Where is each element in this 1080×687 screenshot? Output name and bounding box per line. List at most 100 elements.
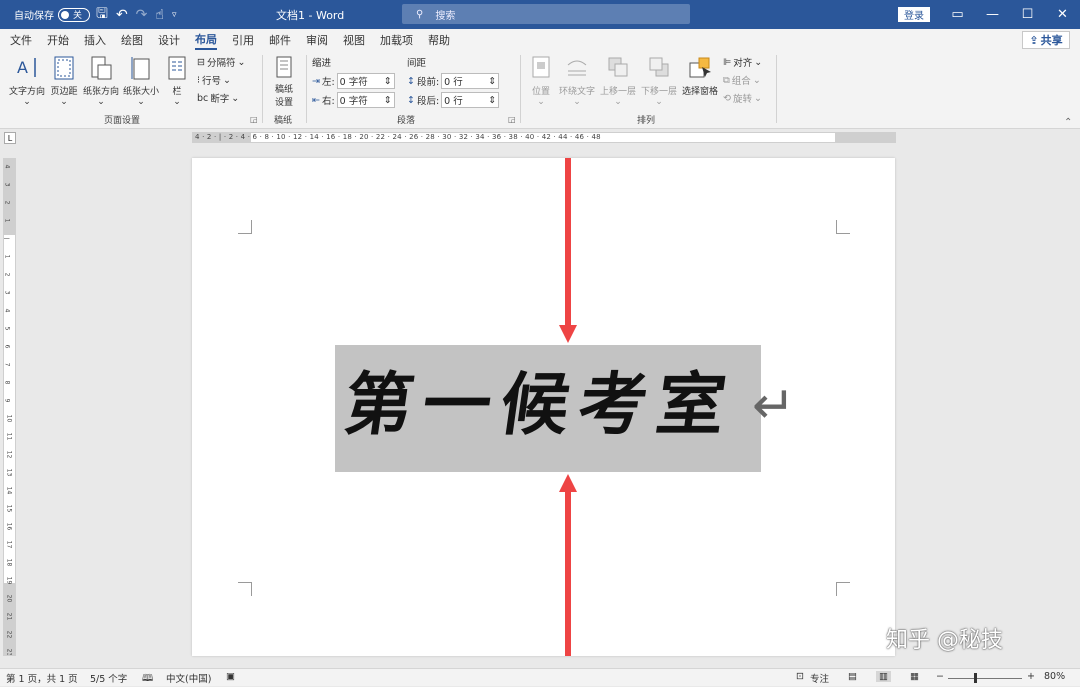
focus-icon[interactable]: ⊡	[796, 671, 804, 682]
print-layout-icon[interactable]: ▥	[876, 671, 891, 682]
language[interactable]: 中文(中国)	[166, 671, 211, 685]
dialog-launcher-icon[interactable]: ◲	[508, 115, 516, 124]
ruler-tick: 16	[5, 522, 13, 531]
spinner-icon[interactable]: ⇕	[384, 95, 392, 106]
line-numbers-button[interactable]: ⁝ 行号 ⌄	[197, 73, 231, 88]
margins-button[interactable]: 页边距 ⌄	[50, 55, 78, 107]
bring-forward-button[interactable]: 上移一层 ⌄	[599, 55, 637, 107]
spacing-before-input[interactable]: 0 行 ⇕	[441, 73, 500, 89]
autosave-state: 关	[73, 11, 83, 21]
vertical-ruler[interactable]: 4 3 2 1 | 1 2 3 4 5 6 7 8 9 10 11 12 13 14 15 16 17 18 19 20 21 22…	[3, 158, 16, 656]
tab-view[interactable]: 视图	[343, 32, 365, 48]
wrap-text-button[interactable]: 环绕文字 ⌄	[558, 55, 596, 107]
breaks-button[interactable]: ⊟ 分隔符 ⌄	[197, 55, 246, 70]
dialog-launcher-icon[interactable]: ◲	[250, 115, 258, 124]
page-count[interactable]: 第 1 页，共 1 页	[6, 671, 78, 685]
hyphenation-button[interactable]: bc 断字 ⌄	[197, 91, 240, 106]
rotate-icon: ⟲	[723, 92, 731, 104]
zoom-level[interactable]: 80%	[1044, 671, 1065, 682]
spinner-icon[interactable]: ⇕	[488, 76, 496, 87]
tab-review[interactable]: 审阅	[306, 32, 328, 48]
orientation-button[interactable]: 纸张方向 ⌄	[82, 55, 120, 107]
indent-right-input[interactable]: 0 字符 ⇕	[336, 92, 395, 108]
chevron-down-icon: ⌄	[60, 97, 68, 107]
proofing-icon[interactable]: 🕮	[142, 671, 153, 687]
paper-size-button[interactable]: 纸张大小 ⌄	[122, 55, 160, 107]
zoom-in-button[interactable]: +	[1027, 671, 1035, 682]
word-count[interactable]: 5/5 个字	[90, 671, 127, 685]
zoom-slider-thumb[interactable]	[974, 673, 977, 683]
close-icon[interactable]: ✕	[1045, 0, 1080, 29]
save-icon[interactable]: 🖫	[96, 3, 108, 27]
selection-pane-icon	[689, 57, 711, 78]
touch-mode-icon[interactable]: ☝	[155, 7, 164, 23]
tab-home[interactable]: 开始	[47, 32, 69, 48]
ribbon-display-icon[interactable]: ▭	[940, 0, 975, 29]
manuscript-icon	[276, 56, 292, 78]
autosave-switch[interactable]: 关	[58, 7, 90, 22]
spinner-icon[interactable]: ⇕	[384, 76, 392, 87]
autosave-toggle[interactable]: 自动保存 关	[14, 0, 90, 29]
group-divider	[306, 55, 307, 123]
document-page[interactable]: 第 一 候 考 室 ↵	[192, 158, 895, 656]
spinner-icon[interactable]: ⇕	[488, 95, 496, 106]
tab-file[interactable]: 文件	[10, 32, 32, 48]
zoom-out-button[interactable]: −	[936, 671, 944, 682]
columns-label: 栏	[172, 87, 182, 97]
align-button[interactable]: ⊫ 对齐 ⌄	[723, 55, 762, 70]
tab-draw[interactable]: 绘图	[121, 32, 143, 48]
selection-pane-button[interactable]: 选择窗格	[680, 55, 720, 97]
send-backward-button[interactable]: 下移一层 ⌄	[640, 55, 678, 107]
zoom-slider[interactable]	[948, 678, 1022, 679]
login-button[interactable]: 登录	[898, 7, 930, 22]
position-button[interactable]: 位置 ⌄	[528, 55, 554, 107]
manuscript-settings-button[interactable]: 稿纸 设置	[270, 55, 298, 108]
text-line[interactable]: 第 一 候 考 室	[339, 361, 735, 449]
spacing-after-input[interactable]: 0 行 ⇕	[441, 92, 500, 108]
text-direction-button[interactable]: A 文字方向 ⌄	[6, 55, 48, 107]
group-objects-button[interactable]: ⧉ 组合 ⌄	[723, 73, 761, 88]
columns-button[interactable]: 栏 ⌄	[166, 55, 188, 107]
share-button[interactable]: ⇪ 共享	[1022, 31, 1070, 49]
spacing-before-label: 段前:	[416, 77, 440, 88]
tab-layout[interactable]: 布局	[195, 31, 217, 50]
title-bar: 自动保存 关 🖫 ↶ ↷ ☝ ▿ 文档1 - Word ⚲ 搜索 登录 ▭ — …	[0, 0, 1080, 29]
focus-label[interactable]: 专注	[810, 671, 829, 685]
chevron-down-icon: ⌄	[23, 97, 31, 107]
macro-record-icon[interactable]: ▣	[226, 671, 235, 682]
text-direction-icon: A	[17, 58, 36, 77]
text-char: 考	[573, 365, 653, 445]
columns-icon	[168, 56, 186, 80]
text-highlight-box[interactable]: 第 一 候 考 室	[335, 345, 761, 472]
tab-insert[interactable]: 插入	[84, 32, 106, 48]
tab-references[interactable]: 引用	[232, 32, 254, 48]
rotate-button[interactable]: ⟲ 旋转 ⌄	[723, 91, 762, 106]
tab-addins[interactable]: 加载项	[380, 32, 413, 48]
redo-icon[interactable]: ↷	[136, 7, 148, 23]
orientation-icon	[91, 56, 112, 80]
customize-qat-icon[interactable]: ▿	[172, 10, 177, 20]
ribbon: A 文字方向 ⌄ 页边距 ⌄ 纸张方向 ⌄ 纸张大小 ⌄ 栏 ⌄ ⊟ 分隔符 ⌄ ⁝…	[0, 51, 1080, 129]
autosave-label: 自动保存	[14, 11, 54, 22]
collapse-ribbon-icon[interactable]: ⌃	[1064, 117, 1072, 128]
undo-icon[interactable]: ↶	[116, 7, 128, 23]
tab-mailings[interactable]: 邮件	[269, 32, 291, 48]
tab-design[interactable]: 设计	[158, 32, 180, 48]
read-mode-icon[interactable]: ▤	[848, 671, 857, 682]
maximize-icon[interactable]: ☐	[1010, 0, 1045, 29]
document-title: 文档1 - Word	[276, 8, 345, 22]
web-layout-icon[interactable]: ▦	[910, 671, 919, 682]
share-icon: ⇪	[1029, 33, 1039, 47]
search-box[interactable]: ⚲ 搜索	[402, 4, 690, 24]
chevron-down-icon: ⌄	[231, 92, 240, 104]
spacing-after-icon: ↕	[407, 94, 415, 106]
chevron-down-icon: ⌄	[237, 56, 246, 68]
minimize-icon[interactable]: —	[975, 0, 1010, 29]
ruler-tick: 19	[5, 576, 13, 585]
page-setup-group-label: 页面设置	[104, 116, 141, 126]
tab-selector[interactable]: L	[4, 132, 16, 144]
group-label: 组合	[731, 76, 751, 87]
horizontal-ruler[interactable]: 4 · 2 · | · 2 · 4 · 6 · 8 · 10 · 12 · 14…	[192, 132, 896, 143]
tab-help[interactable]: 帮助	[428, 32, 450, 48]
indent-left-input[interactable]: 0 字符 ⇕	[336, 73, 395, 89]
